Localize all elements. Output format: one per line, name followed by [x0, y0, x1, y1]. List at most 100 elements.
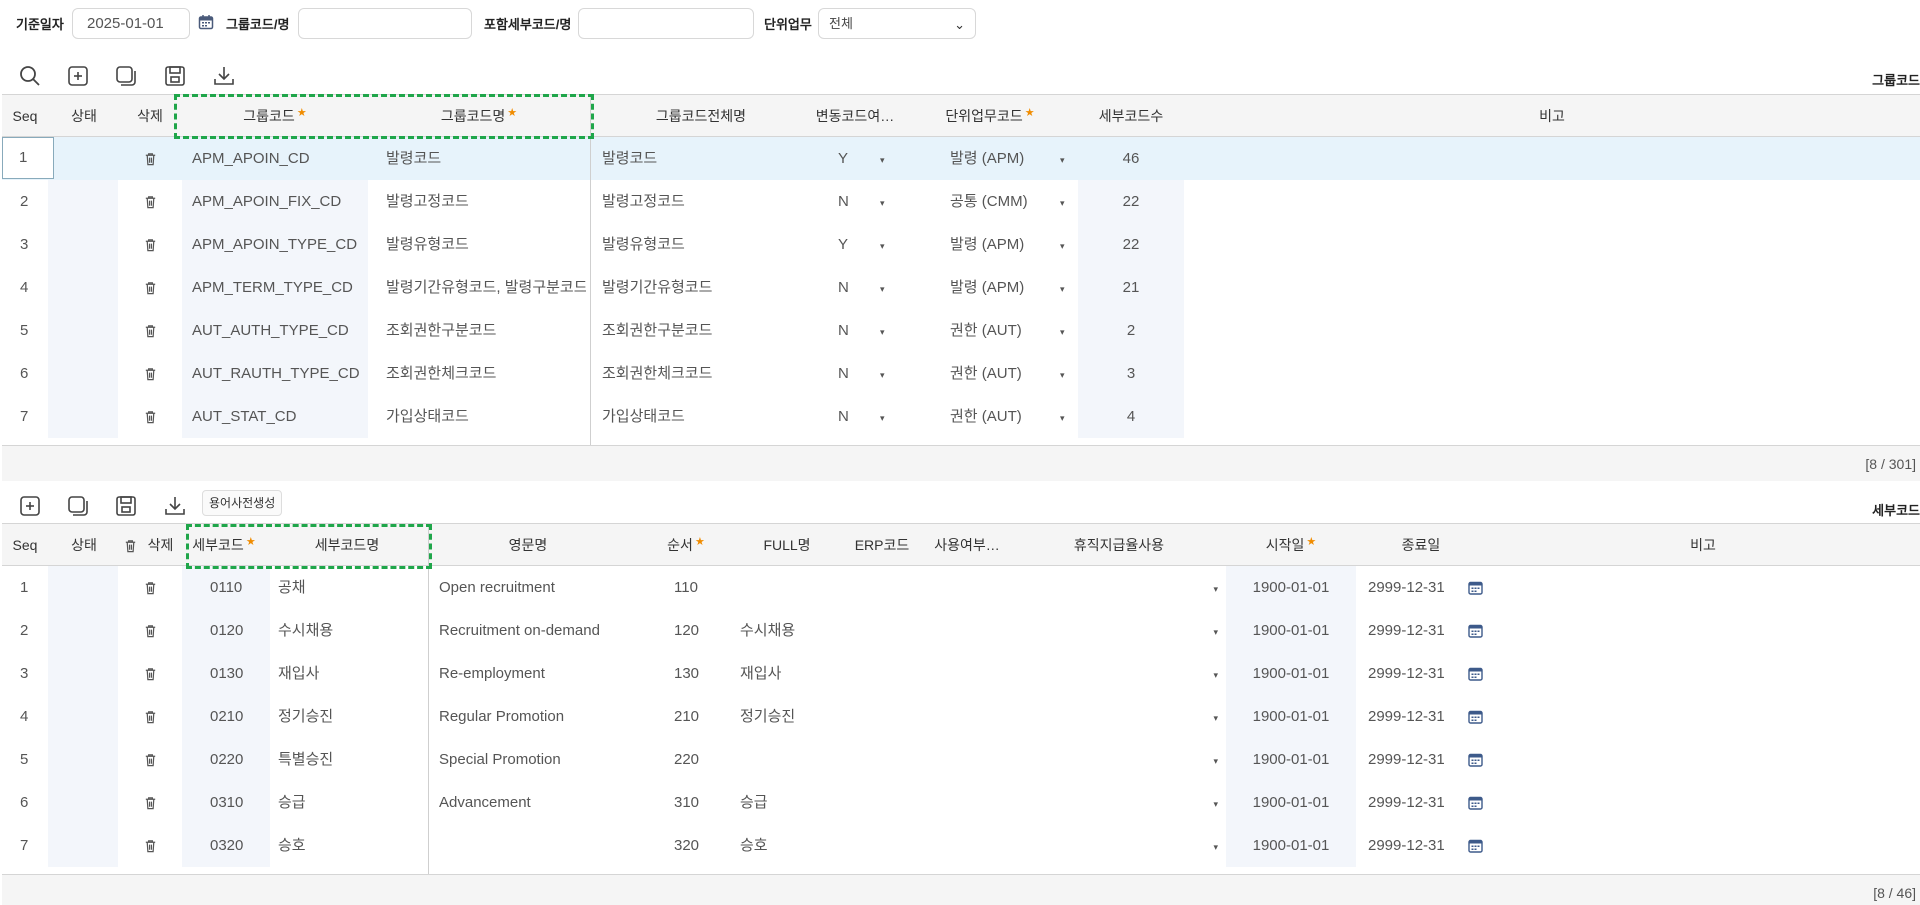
leave-pay-select[interactable]: ▾ — [1012, 781, 1226, 824]
col-detail-name[interactable]: 세부코드명 — [262, 524, 432, 566]
end-date-cell[interactable]: 2999-12-31 — [1368, 695, 1498, 738]
order-cell[interactable]: 130 — [674, 652, 734, 695]
leave-pay-select[interactable]: ▾ — [1012, 824, 1226, 867]
date-picker-icon[interactable] — [1468, 708, 1483, 725]
detail-code-input[interactable] — [578, 8, 754, 39]
col-use-yn[interactable]: 사용여부… — [922, 524, 1012, 566]
detail-name-cell[interactable]: 수시채용 — [278, 609, 428, 652]
date-picker-icon[interactable] — [1468, 794, 1483, 811]
note-cell[interactable] — [1498, 781, 1920, 824]
variable-select[interactable]: N ▾ — [838, 309, 910, 352]
unit-task-select[interactable]: 권한 (AUT) ▾ — [950, 395, 1076, 438]
erp-code-cell[interactable] — [850, 609, 930, 652]
note-cell[interactable] — [1498, 695, 1920, 738]
full-name-cell[interactable]: 조회권한체크코드 — [602, 352, 802, 395]
delete-row-button[interactable] — [132, 137, 168, 180]
delete-row-button[interactable] — [132, 824, 168, 867]
leave-pay-select[interactable]: ▾ — [1012, 609, 1226, 652]
group-code-cell[interactable]: APM_APOIN_TYPE_CD — [192, 223, 368, 266]
delete-row-button[interactable] — [132, 223, 168, 266]
col-detail-code[interactable]: 세부코드 ★ — [186, 524, 262, 566]
full-name-cell[interactable]: 조회권한구분코드 — [602, 309, 802, 352]
table-row[interactable]: 1 0110 공채 Open recruitment 110 ▾ 1900-01-01 299… — [2, 566, 1920, 609]
group-name-cell[interactable]: 발령기간유형코드, 발령구분코드 — [386, 266, 586, 309]
detail-name-cell[interactable]: 승호 — [278, 824, 428, 867]
use-yn-cell[interactable] — [930, 652, 1012, 695]
leave-pay-select[interactable]: ▾ — [1012, 566, 1226, 609]
detail-copy-button[interactable] — [64, 492, 92, 520]
unit-task-select[interactable]: 발령 (APM) ▾ — [950, 223, 1076, 266]
order-cell[interactable]: 310 — [674, 781, 734, 824]
group-name-cell[interactable]: 발령고정코드 — [386, 180, 586, 223]
col-full-name[interactable]: FULL명 — [732, 524, 842, 566]
col-seq[interactable]: Seq — [2, 95, 48, 137]
delete-row-button[interactable] — [132, 395, 168, 438]
delete-row-button[interactable] — [132, 266, 168, 309]
unit-task-select[interactable]: 발령 (APM) ▾ — [950, 266, 1076, 309]
term-dictionary-button[interactable]: 용어사전생성 — [202, 490, 283, 516]
full-name-cell[interactable]: 정기승진 — [740, 695, 850, 738]
delete-row-button[interactable] — [132, 309, 168, 352]
detail-add-button[interactable] — [16, 492, 44, 520]
note-cell[interactable] — [1498, 609, 1920, 652]
detail-code-cell[interactable]: 0220 — [188, 738, 264, 781]
unit-task-select[interactable]: 전체 ⌄ — [818, 8, 976, 39]
note-cell[interactable] — [1498, 824, 1920, 867]
eng-name-cell[interactable]: Recruitment on-demand — [439, 609, 629, 652]
variable-select[interactable]: Y ▾ — [838, 137, 910, 180]
group-code-cell[interactable]: APM_APOIN_FIX_CD — [192, 180, 368, 223]
detail-code-cell[interactable]: 0210 — [188, 695, 264, 738]
eng-name-cell[interactable]: Re-employment — [439, 652, 629, 695]
col-full-name[interactable]: 그룹코드전체명 — [590, 95, 812, 137]
eng-name-cell[interactable]: Regular Promotion — [439, 695, 629, 738]
full-name-cell[interactable]: 재입사 — [740, 652, 850, 695]
col-leave-pay-rate[interactable]: 휴직지급율사용 — [1012, 524, 1226, 566]
col-note[interactable]: 비고 — [1486, 524, 1920, 566]
note-cell[interactable] — [1184, 395, 1920, 438]
end-date-cell[interactable]: 2999-12-31 — [1368, 781, 1498, 824]
unit-task-select[interactable]: 권한 (AUT) ▾ — [950, 309, 1076, 352]
col-status[interactable]: 상태 — [48, 524, 120, 566]
group-code-cell[interactable]: APM_TERM_TYPE_CD — [192, 266, 368, 309]
note-cell[interactable] — [1498, 738, 1920, 781]
col-variable[interactable]: 변동코드여… — [810, 95, 900, 137]
erp-code-cell[interactable] — [850, 738, 930, 781]
col-group-name[interactable]: 그룹코드명 ★ — [368, 95, 590, 137]
group-code-input[interactable] — [298, 8, 472, 39]
start-date-cell[interactable]: 1900-01-01 — [1226, 566, 1356, 609]
start-date-cell[interactable]: 1900-01-01 — [1226, 738, 1356, 781]
date-picker-icon[interactable] — [1468, 622, 1483, 639]
eng-name-cell[interactable]: Open recruitment — [439, 566, 629, 609]
table-row[interactable]: 4 APM_TERM_TYPE_CD 발령기간유형코드, 발령구분코드 발령기간유형코… — [2, 266, 1920, 309]
detail-code-cell[interactable]: 0310 — [188, 781, 264, 824]
start-date-cell[interactable]: 1900-01-01 — [1226, 824, 1356, 867]
note-cell[interactable] — [1498, 652, 1920, 695]
unit-task-select[interactable]: 발령 (APM) ▾ — [950, 137, 1076, 180]
note-cell[interactable] — [1184, 137, 1920, 180]
full-name-cell[interactable]: 승급 — [740, 781, 850, 824]
note-cell[interactable] — [1184, 180, 1920, 223]
full-name-cell[interactable]: 발령코드 — [602, 137, 802, 180]
col-note[interactable]: 비고 — [1184, 95, 1920, 137]
erp-code-cell[interactable] — [850, 566, 930, 609]
detail-name-cell[interactable]: 정기승진 — [278, 695, 428, 738]
col-detail-count[interactable]: 세부코드수 — [1078, 95, 1184, 137]
table-row[interactable]: 6 0310 승급 Advancement 310 승급 ▾ 1900-01-01 2999-1… — [2, 781, 1920, 824]
delete-row-button[interactable] — [132, 180, 168, 223]
detail-name-cell[interactable]: 특별승진 — [278, 738, 428, 781]
col-delete[interactable]: 삭제 — [118, 95, 182, 137]
variable-select[interactable]: N ▾ — [838, 180, 910, 223]
table-row[interactable]: 5 AUT_AUTH_TYPE_CD 조회권한구분코드 조회권한구분코드 N ▾ 권한 (A… — [2, 309, 1920, 352]
full-name-cell[interactable]: 가입상태코드 — [602, 395, 802, 438]
end-date-cell[interactable]: 2999-12-31 — [1368, 652, 1498, 695]
col-erp-code[interactable]: ERP코드 — [842, 524, 922, 566]
full-name-cell[interactable]: 발령고정코드 — [602, 180, 802, 223]
eng-name-cell[interactable] — [439, 824, 629, 867]
eng-name-cell[interactable]: Special Promotion — [439, 738, 629, 781]
group-code-cell[interactable]: AUT_RAUTH_TYPE_CD — [192, 352, 368, 395]
table-row[interactable]: 1 APM_APOIN_CD 발령코드 발령코드 Y ▾ 발령 (APM) ▾ 46 — [2, 137, 1920, 180]
variable-select[interactable]: Y ▾ — [838, 223, 910, 266]
full-name-cell[interactable]: 수시채용 — [740, 609, 850, 652]
date-picker-icon[interactable] — [1468, 837, 1483, 854]
col-end-date[interactable]: 종료일 — [1356, 524, 1486, 566]
